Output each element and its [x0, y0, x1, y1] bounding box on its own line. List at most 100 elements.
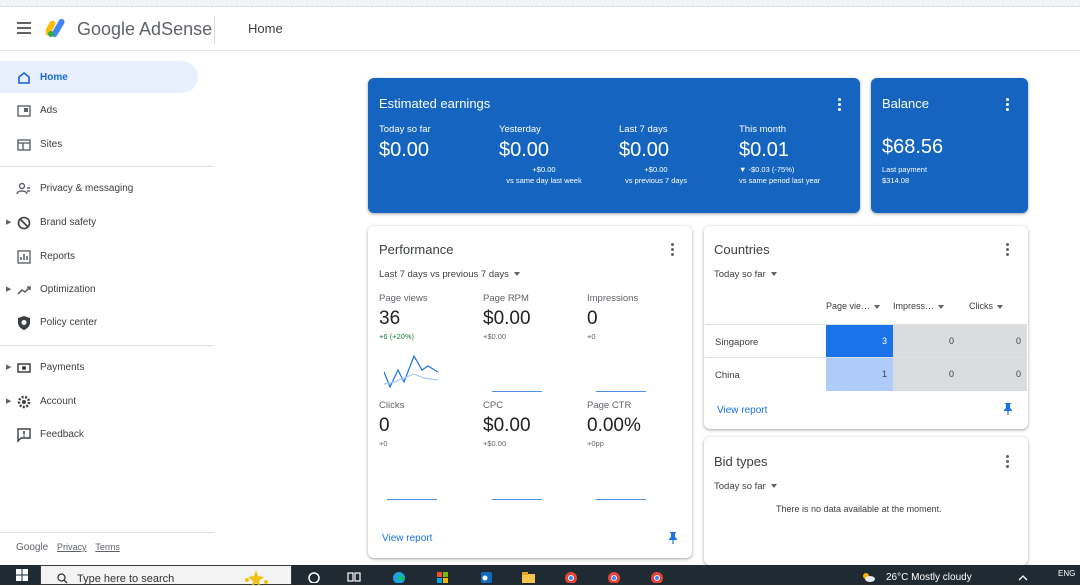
- pin-icon[interactable]: [1003, 403, 1013, 415]
- balance-value: $68.56: [882, 136, 944, 158]
- view-report-link[interactable]: View report: [717, 405, 767, 416]
- sidebar-item-account[interactable]: ▶ Account: [0, 385, 198, 417]
- language-indicator[interactable]: ENG: [1058, 569, 1075, 578]
- metric-page-views[interactable]: Page views 36 +6 (+20%): [379, 293, 428, 341]
- sidebar-item-policy-center[interactable]: Policy center: [0, 306, 198, 338]
- file-explorer-icon[interactable]: [520, 569, 536, 583]
- sidebar-item-privacy[interactable]: Privacy & messaging: [0, 172, 198, 204]
- sites-icon: [17, 139, 31, 151]
- empty-state-message: There is no data available at the moment…: [776, 504, 942, 514]
- ads-icon: [17, 105, 31, 117]
- compare-text: vs previous 7 days: [624, 176, 688, 185]
- impressions-sparkline: [596, 391, 646, 392]
- metric-clicks[interactable]: Clicks 0 +0: [379, 400, 404, 448]
- dropdown-value: Today so far: [714, 481, 766, 492]
- more-options-icon[interactable]: [1006, 243, 1010, 258]
- date-range-dropdown[interactable]: Last 7 days vs previous 7 days: [379, 269, 520, 280]
- sidebar-item-label: Feedback: [40, 428, 84, 440]
- top-app-bar: Google AdSense Home: [0, 7, 1080, 51]
- taskbar-search-box[interactable]: Type here to search: [40, 565, 292, 586]
- sidebar-item-label: Optimization: [40, 283, 96, 295]
- card-title: Performance: [379, 242, 454, 257]
- page-views-sparkline: [384, 354, 439, 389]
- card-title: Bid types: [714, 454, 768, 469]
- privacy-link[interactable]: Privacy: [57, 542, 87, 552]
- table-cell: 0: [960, 325, 1027, 358]
- metric-value: $0.00: [483, 308, 531, 329]
- more-options-icon[interactable]: [1006, 455, 1010, 470]
- task-view-icon[interactable]: [346, 569, 362, 583]
- more-options-icon[interactable]: [671, 243, 675, 258]
- column-header-clicks[interactable]: Clicks: [969, 301, 1003, 311]
- sidebar-item-feedback[interactable]: Feedback: [0, 418, 198, 450]
- expand-icon[interactable]: ▶: [6, 218, 11, 226]
- nav-divider: [0, 166, 214, 167]
- dropdown-value: Today so far: [714, 269, 766, 280]
- card-title: Balance: [882, 96, 929, 111]
- weather-icon[interactable]: [860, 569, 876, 583]
- metric-change: +0: [587, 332, 596, 341]
- sidebar-item-label: Sites: [40, 138, 63, 150]
- pin-icon[interactable]: [668, 532, 678, 544]
- nav-divider: [0, 345, 214, 346]
- windows-start-icon[interactable]: [16, 569, 28, 581]
- expand-icon[interactable]: ▶: [6, 397, 11, 405]
- cortana-icon[interactable]: [306, 569, 322, 583]
- table-cell: 0: [893, 358, 960, 391]
- metric-page-rpm[interactable]: Page RPM $0.00 +$0.00: [483, 293, 531, 341]
- metric-impressions[interactable]: Impressions 0 +0: [587, 293, 638, 341]
- view-report-link[interactable]: View report: [382, 533, 432, 544]
- sidebar-footer: Google Privacy Terms: [16, 542, 126, 553]
- sidebar-item-brand-safety[interactable]: ▶ Brand safety: [0, 206, 198, 238]
- date-range-dropdown[interactable]: Today so far: [714, 481, 777, 492]
- sidebar-item-home[interactable]: Home: [0, 61, 198, 93]
- sidebar-item-optimization[interactable]: ▶ Optimization: [0, 273, 198, 305]
- earnings-change: ▼ -$0.03 (-75%) vs same period last year: [739, 164, 837, 186]
- terms-link[interactable]: Terms: [95, 542, 120, 552]
- table-cell: 0: [893, 325, 960, 358]
- edge-icon[interactable]: [391, 569, 407, 583]
- bid-types-card: Bid types Today so far There is no data …: [704, 437, 1028, 565]
- more-options-icon[interactable]: [1006, 98, 1010, 113]
- more-options-icon[interactable]: [838, 98, 842, 113]
- expand-icon[interactable]: ▶: [6, 285, 11, 293]
- weather-text[interactable]: 26°C Mostly cloudy: [886, 572, 972, 583]
- store-icon[interactable]: [434, 569, 450, 583]
- search-icon: [57, 573, 68, 584]
- browser-top-strip: [0, 0, 1080, 7]
- date-range-dropdown[interactable]: Today so far: [714, 269, 777, 280]
- sidebar-item-sites[interactable]: Sites: [0, 128, 198, 160]
- stars-icon: [245, 570, 268, 586]
- earnings-yesterday: Yesterday $0.00 +$0.00 vs same day last w…: [499, 124, 589, 186]
- expand-icon[interactable]: ▶: [6, 363, 11, 371]
- chrome-icon[interactable]: [606, 569, 622, 583]
- metric-cpc[interactable]: CPC $0.00 +$0.00: [483, 400, 531, 448]
- change-text: +$0.00: [532, 165, 556, 174]
- table-row[interactable]: China 1 0 0: [705, 357, 1027, 391]
- shield-icon: [18, 316, 30, 330]
- sidebar-item-label: Ads: [40, 104, 58, 116]
- column-header-impressions[interactable]: Impress…: [893, 301, 945, 311]
- chrome-icon[interactable]: [563, 569, 579, 583]
- column-header-page-views[interactable]: Page vie…: [826, 301, 881, 311]
- performance-card: Performance Last 7 days vs previous 7 da…: [368, 226, 692, 558]
- column-header-label: Page vie…: [826, 301, 871, 311]
- change-text: ▼ -$0.03 (-75%): [739, 165, 795, 174]
- sidebar-item-payments[interactable]: ▶ Payments: [0, 351, 198, 383]
- outlook-icon[interactable]: [478, 569, 494, 583]
- chrome-icon[interactable]: [649, 569, 665, 583]
- dropdown-arrow-icon: [770, 484, 777, 489]
- menu-icon[interactable]: [17, 22, 31, 34]
- chevron-up-icon[interactable]: [1015, 569, 1031, 583]
- table-row[interactable]: Singapore 3 0 0: [705, 324, 1027, 358]
- metric-change: +$0.00: [483, 332, 507, 341]
- block-icon: [17, 216, 31, 230]
- sidebar-item-label: Account: [40, 395, 77, 407]
- sidebar-item-reports[interactable]: Reports: [0, 240, 198, 272]
- dropdown-arrow-icon: [770, 272, 777, 277]
- privacy-icon: [16, 182, 30, 195]
- metric-page-ctr[interactable]: Page CTR 0.00% +0pp: [587, 400, 641, 448]
- sidebar-item-ads[interactable]: Ads: [0, 94, 198, 126]
- metric-value: 0: [587, 308, 598, 329]
- column-header-label: Clicks: [969, 301, 993, 311]
